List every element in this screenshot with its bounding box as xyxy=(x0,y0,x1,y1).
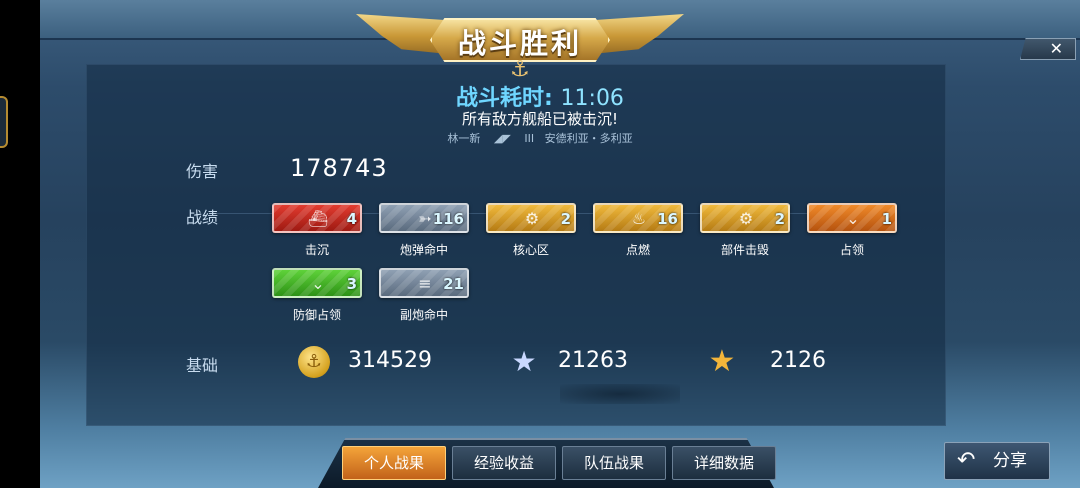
fire-icon: ♨ xyxy=(631,209,647,228)
achievement-plate: ⚙ 2 xyxy=(486,203,576,233)
achievement-badge[interactable]: ♨ 16 点燃 xyxy=(593,203,683,263)
achievement-label: 点燃 xyxy=(625,243,650,257)
achievement-label: 炮弹命中 xyxy=(399,243,448,257)
achievement-count: 2 xyxy=(560,210,571,228)
achievement-count: 3 xyxy=(346,275,357,293)
commander-name: 林一新 xyxy=(447,132,481,145)
ship-name: 安德利亚・多利亚 xyxy=(544,132,633,145)
achievement-plate: ⌄ 3 xyxy=(272,268,362,298)
gear-icon: ⚙ xyxy=(738,209,754,228)
left-black-bar xyxy=(0,0,40,488)
achievement-badge[interactable]: ⚙ 2 部件击毁 xyxy=(700,203,790,263)
tab-detailed-data[interactable]: 详细数据 xyxy=(672,446,776,480)
achievement-label: 击沉 xyxy=(304,243,329,257)
secondary-gun-icon: ≡ xyxy=(418,274,432,293)
experience-value: 21263 xyxy=(558,348,628,373)
achievement-badge[interactable]: ⌄ 3 防御占领 xyxy=(272,268,362,328)
share-button[interactable]: ↶ 分享 xyxy=(944,442,1050,480)
achievement-label: 部件击毁 xyxy=(720,243,769,257)
achievement-count: 16 xyxy=(657,210,678,228)
achievement-label: 防御占领 xyxy=(292,308,341,322)
achievement-plate: ⌄ 1 xyxy=(807,203,897,233)
ship-info: 林一新 ◢◤ III 安德利亚・多利亚 xyxy=(0,130,1080,146)
tab-personal-results[interactable]: 个人战果 xyxy=(342,446,446,480)
achievement-count: 21 xyxy=(443,275,464,293)
achievement-plate: ♨ 16 xyxy=(593,203,683,233)
share-arrow-icon: ↶ xyxy=(957,448,976,473)
achievement-count: 1 xyxy=(881,210,892,228)
achievement-badge[interactable]: ≡ 21 副炮命中 xyxy=(379,268,469,328)
achievement-badge[interactable]: ⌄ 1 占领 xyxy=(807,203,897,263)
achievement-plate: ⛴ 4 xyxy=(272,203,362,233)
victory-title: 战斗胜利 xyxy=(457,27,582,60)
gold-star-icon: ★ xyxy=(708,344,736,379)
anchor-icon: ⚓ xyxy=(510,57,530,82)
achievement-badge[interactable]: ⚙ 2 核心区 xyxy=(486,203,576,263)
victory-banner: 战斗胜利 ⚓ xyxy=(356,0,684,82)
damage-label: 伤害 xyxy=(186,162,219,181)
coin-icon: ⚓ xyxy=(298,346,330,378)
achievement-plate: ⚙ 2 xyxy=(700,203,790,233)
tab-experience-gain[interactable]: 经验收益 xyxy=(452,446,556,480)
share-label: 分享 xyxy=(993,451,1027,471)
defend-capture-icon: ⌄ xyxy=(311,274,325,293)
chevron-down-icon: ⌄ xyxy=(846,209,860,228)
achievement-label: 占领 xyxy=(839,243,864,257)
nation-flag-icon: ◢◤ xyxy=(493,132,511,145)
close-button[interactable]: ✕ xyxy=(1020,38,1076,60)
achievement-plate: ≡ 21 xyxy=(379,268,469,298)
achievement-label: 副炮命中 xyxy=(399,308,448,322)
base-label: 基础 xyxy=(186,356,219,375)
achievement-count: 4 xyxy=(346,210,357,228)
ship-sink-icon: ⛴ xyxy=(307,209,329,228)
tab-team-results[interactable]: 队伍战果 xyxy=(562,446,666,480)
ship-tier: III xyxy=(524,132,535,145)
star-icon: ★ xyxy=(511,345,537,378)
achievements-label: 战绩 xyxy=(186,208,219,227)
ship-core-icon: ⚙ xyxy=(524,209,540,228)
smoke-decoration xyxy=(560,384,680,404)
achievement-label: 核心区 xyxy=(512,243,549,257)
achievement-plate: ➳ 116 xyxy=(379,203,469,233)
damage-value: 178743 xyxy=(290,154,388,182)
achievement-badge[interactable]: ➳ 116 炮弹命中 xyxy=(379,203,469,263)
achievement-count: 116 xyxy=(432,210,464,228)
result-message: 所有敌方舰船已被击沉! xyxy=(461,110,618,128)
achievement-badge[interactable]: ⛴ 4 击沉 xyxy=(272,203,362,263)
achievement-count: 2 xyxy=(774,210,785,228)
shell-icon: ➳ xyxy=(418,209,432,228)
credits-value: 314529 xyxy=(348,348,432,373)
commander-xp-value: 2126 xyxy=(770,348,826,373)
